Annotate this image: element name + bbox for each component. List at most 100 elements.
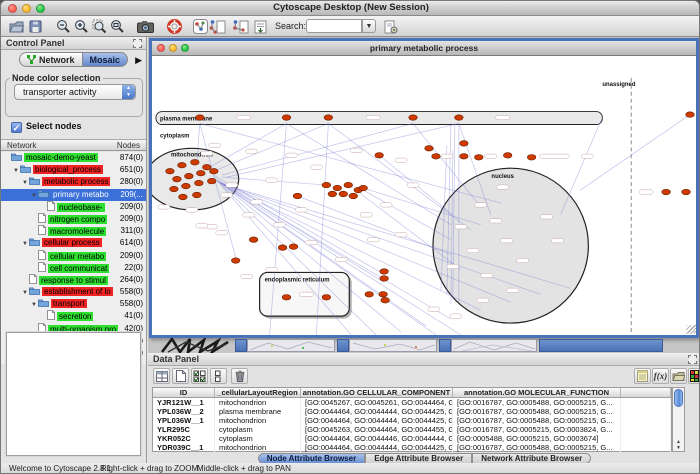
network-node[interactable] — [170, 186, 179, 192]
network-node[interactable] — [191, 159, 200, 165]
network-canvas[interactable]: plasma membranecytoplasmmitochondrionnuc… — [152, 56, 696, 335]
network-node[interactable] — [231, 258, 240, 264]
network-node[interactable] — [322, 182, 331, 188]
open-session-icon[interactable] — [8, 18, 25, 35]
zoom-fit-icon[interactable] — [109, 18, 126, 35]
table-scrollbar[interactable]: ▲▼ — [672, 387, 685, 452]
help-lifebuoy-icon[interactable] — [166, 18, 183, 35]
disclosure-triangle-icon[interactable]: ▼ — [12, 165, 20, 177]
network-node[interactable] — [425, 146, 434, 152]
network-node[interactable] — [195, 180, 204, 186]
heatmap-icon[interactable] — [688, 368, 700, 384]
network-node[interactable] — [460, 141, 469, 147]
background-window[interactable] — [349, 339, 437, 352]
network-node[interactable] — [193, 192, 202, 198]
tree-row[interactable]: response to stimul264(0) — [1, 274, 146, 286]
table-row[interactable]: YLR295Ccytoplasm[GO:0045263, GO:0044464,… — [153, 425, 671, 434]
network-node[interactable] — [349, 193, 358, 199]
select-attributes-icon[interactable] — [191, 368, 208, 384]
col-header-cellular-component[interactable]: annotation.GO CELLULAR_COMPONENT — [301, 388, 453, 397]
network-node[interactable] — [344, 182, 353, 188]
network-node[interactable] — [682, 189, 691, 195]
birdseye-view[interactable] — [6, 332, 141, 456]
tree-row[interactable]: ▼primary metabo209(... — [1, 189, 146, 201]
disclosure-triangle-icon[interactable]: ▼ — [30, 299, 38, 311]
zoom-out-icon[interactable] — [55, 18, 72, 35]
tree-row[interactable]: cellular metabo209(0) — [1, 250, 146, 262]
snapshot-camera-icon[interactable] — [137, 18, 154, 35]
network-view-window[interactable]: primary metabolic process plasma membran… — [149, 38, 699, 338]
new-attribute-icon[interactable] — [172, 368, 189, 384]
tab-network[interactable]: Network — [19, 52, 83, 67]
background-window-edge[interactable] — [439, 339, 451, 352]
save-session-icon[interactable] — [27, 18, 44, 35]
formula-fx-icon[interactable]: f(x) — [652, 368, 669, 384]
node-color-dropdown[interactable]: transporter activity ▲▼ — [14, 84, 136, 100]
network-node[interactable] — [179, 194, 188, 200]
table-row[interactable]: YPL036W__2plasma membrane[GO:0044464, GO… — [153, 407, 671, 416]
link-annotation-icon[interactable] — [232, 18, 249, 35]
select-nodes-checkbox[interactable]: ✓ — [11, 122, 22, 133]
network-node[interactable] — [333, 185, 342, 191]
tab-mosaic[interactable]: Mosaic — [83, 52, 129, 67]
disclosure-triangle-icon[interactable]: ▼ — [21, 238, 29, 250]
zoom-in-icon[interactable] — [73, 18, 90, 35]
network-node[interactable] — [503, 153, 512, 159]
background-window[interactable] — [247, 339, 335, 352]
vizmapper-icon[interactable] — [192, 18, 209, 35]
network-node[interactable] — [182, 183, 191, 189]
scrollbar-arrows[interactable]: ▲▼ — [673, 439, 684, 451]
network-node[interactable] — [249, 237, 258, 243]
network-node[interactable] — [197, 170, 206, 176]
network-node[interactable] — [282, 294, 291, 300]
network-node[interactable] — [196, 115, 205, 121]
zoom-selected-region-icon[interactable] — [91, 18, 108, 35]
table-row[interactable]: YKR052Ccytoplasm[GO:0044464, GO:0044446,… — [153, 434, 671, 443]
open-attributes-folder-icon[interactable] — [670, 368, 687, 384]
network-node[interactable] — [166, 168, 175, 174]
disclosure-triangle-icon[interactable]: ▼ — [21, 287, 29, 299]
background-network-thumbnail[interactable] — [160, 338, 232, 353]
attribute-table-icon[interactable] — [153, 368, 170, 384]
col-header-molecular-function[interactable]: annotation.GO MOLECULAR_FUNCTION — [453, 388, 621, 397]
tree-col-nodes[interactable]: Nodes — [117, 141, 140, 150]
notepad-icon[interactable] — [634, 368, 651, 384]
network-node[interactable] — [289, 244, 298, 250]
network-node[interactable] — [178, 162, 187, 168]
network-node[interactable] — [409, 115, 418, 121]
tab-overflow-arrow[interactable]: ▶ — [135, 55, 142, 66]
background-window-titlebar[interactable] — [539, 339, 663, 352]
network-node[interactable] — [339, 191, 348, 197]
tree-row[interactable]: macromolecule311(0) — [1, 225, 146, 237]
network-node[interactable] — [375, 153, 384, 159]
plugin-manager-icon[interactable] — [252, 18, 269, 35]
float-panel-icon[interactable] — [133, 39, 142, 48]
network-node[interactable] — [324, 115, 333, 121]
unselect-attributes-icon[interactable] — [210, 368, 227, 384]
delete-attribute-trash-icon[interactable] — [231, 368, 248, 384]
tree-row[interactable]: cell communicat22(0) — [1, 262, 146, 274]
tree-row[interactable]: nucleobase-209(0) — [1, 201, 146, 213]
network-node[interactable] — [328, 191, 337, 197]
tree-row[interactable]: ▼transport558(0) — [1, 298, 146, 310]
col-header-id[interactable]: ID — [153, 388, 215, 397]
tree-row[interactable]: nitrogen compo209(0) — [1, 213, 146, 225]
network-node[interactable] — [173, 176, 182, 182]
tree-col-network[interactable]: Network — [7, 141, 36, 150]
network-node[interactable] — [381, 297, 390, 303]
network-node[interactable] — [379, 292, 388, 298]
disclosure-triangle-icon[interactable]: ▼ — [21, 177, 29, 189]
table-row[interactable]: YDR039C__1mitochondrion[GO:0044464, GO:0… — [153, 443, 671, 452]
window-resize-grip[interactable] — [686, 325, 695, 334]
float-panel-icon[interactable] — [688, 355, 697, 364]
network-node[interactable] — [460, 154, 469, 160]
scrollbar-thumb[interactable] — [674, 389, 683, 407]
import-annotation-icon[interactable] — [209, 18, 226, 35]
network-node[interactable] — [365, 292, 374, 298]
background-window[interactable] — [451, 339, 537, 352]
search-options-icon[interactable] — [382, 18, 399, 35]
network-node[interactable] — [380, 276, 389, 282]
disclosure-triangle-icon[interactable]: ▼ — [30, 190, 38, 202]
network-node[interactable] — [475, 154, 484, 160]
tree-row[interactable]: ▼metabolic process280(0) — [1, 176, 146, 188]
